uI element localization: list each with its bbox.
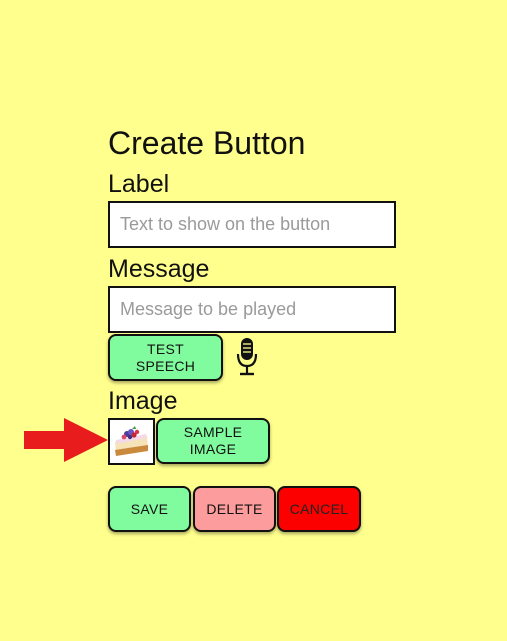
sample-image-button[interactable]: SAMPLE IMAGE [156, 418, 270, 464]
image-heading: Image [108, 387, 178, 415]
red-arrow-pointer [24, 418, 108, 462]
delete-button[interactable]: DELETE [193, 486, 276, 532]
cake-icon [110, 420, 153, 463]
page-title: Create Button [108, 125, 306, 161]
test-speech-button[interactable]: TEST SPEECH [108, 334, 223, 381]
cancel-button[interactable]: CANCEL [277, 486, 361, 532]
message-heading: Message [108, 255, 210, 283]
message-input[interactable] [108, 286, 396, 333]
cake-image-thumbnail[interactable] [108, 418, 155, 465]
label-input[interactable] [108, 201, 396, 248]
label-heading: Label [108, 170, 170, 198]
save-button[interactable]: SAVE [108, 486, 191, 532]
microphone-icon[interactable] [236, 337, 258, 377]
